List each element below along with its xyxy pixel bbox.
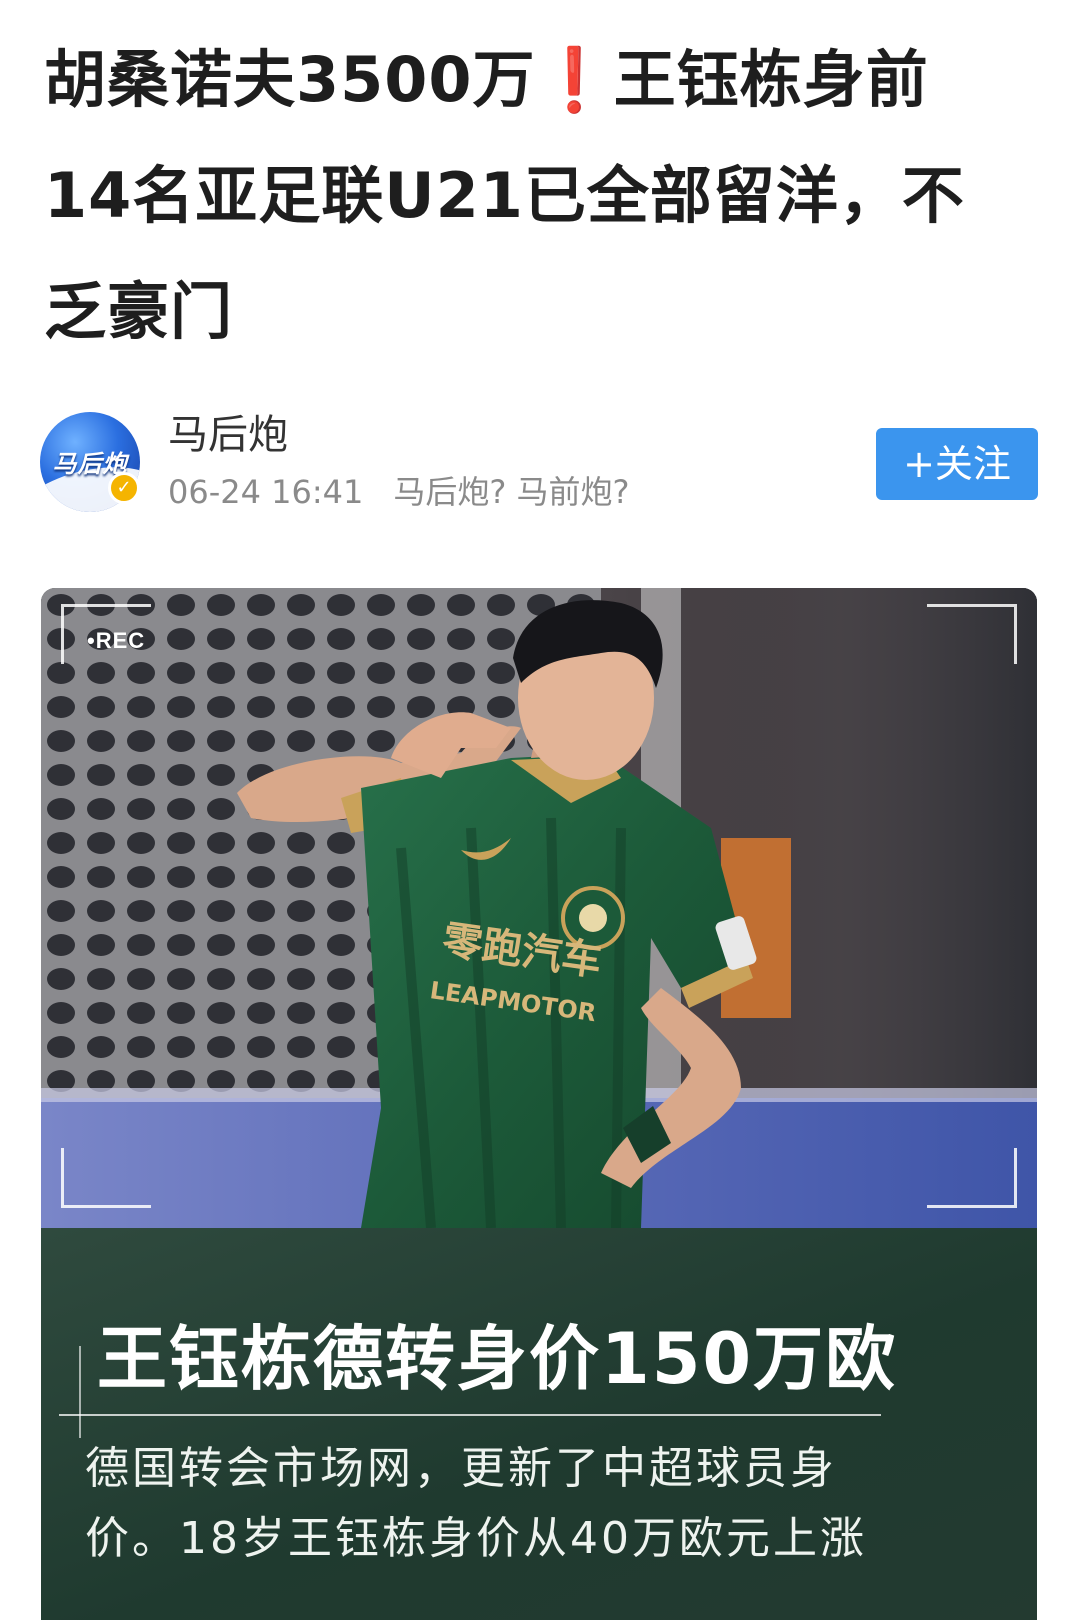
follow-button[interactable]: +关注: [876, 428, 1038, 500]
post-date: 06-24 16:41: [168, 473, 364, 511]
article-image-card[interactable]: 零跑汽车 LEAPMOTOR •REC 王钰栋德转身价150万欧 德国转会市场网…: [41, 588, 1037, 1620]
caption-title: 王钰栋德转身价150万欧: [97, 1318, 898, 1400]
post-meta: 06-24 16:41 马后炮? 马前炮?: [168, 472, 630, 512]
frame-corner-icon: [61, 604, 151, 664]
frame-corner-icon: [61, 1148, 151, 1208]
author-name[interactable]: 马后炮: [168, 412, 288, 458]
headline-part-2: 王钰栋身前: [613, 43, 929, 116]
player-photo: 零跑汽车 LEAPMOTOR: [41, 588, 1037, 1228]
card-caption-panel: 王钰栋德转身价150万欧 德国转会市场网，更新了中超球员身 价。18岁王钰栋身价…: [41, 1228, 1037, 1620]
frame-corner-icon: [927, 604, 1017, 664]
headline-line-3: 乏豪门: [44, 275, 234, 348]
verified-badge-icon: ✓: [108, 472, 140, 504]
caption-body: 德国转会市场网，更新了中超球员身 价。18岁王钰栋身价从40万欧元上涨: [85, 1434, 985, 1574]
exclamation-icon: ❗: [535, 43, 614, 116]
frame-corner-icon: [927, 1148, 1017, 1208]
headline-part-1: 胡桑诺夫3500万: [44, 43, 536, 116]
author-row: 马后炮 ✓ 马后炮 06-24 16:41 马后炮? 马前炮? +关注: [40, 412, 1038, 522]
article-headline: 胡桑诺夫3500万❗王钰栋身前 14名亚足联U21已全部留洋，不 乏豪门: [44, 22, 1044, 370]
caption-line-1: 德国转会市场网，更新了中超球员身: [85, 1443, 837, 1494]
caption-divider: [59, 1414, 881, 1416]
headline-line-2: 14名亚足联U21已全部留洋，不: [44, 159, 965, 232]
author-tagline: 马后炮? 马前炮?: [393, 473, 630, 511]
caption-line-2: 价。18岁王钰栋身价从40万欧元上涨: [85, 1513, 867, 1564]
headline-line-1: 胡桑诺夫3500万❗王钰栋身前: [44, 22, 1044, 138]
caption-divider-vertical: [79, 1346, 81, 1438]
